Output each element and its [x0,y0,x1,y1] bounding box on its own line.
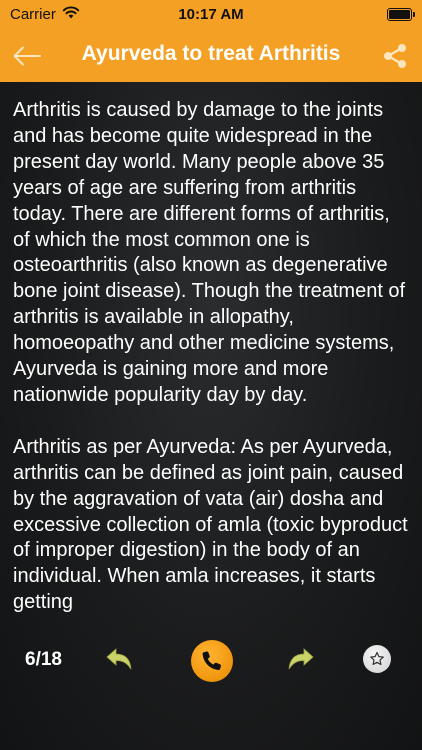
previous-button[interactable] [104,645,134,675]
page-counter: 6/18 [25,649,62,670]
status-time: 10:17 AM [178,6,244,23]
page-title: Ayurveda to treat Arthritis [81,42,341,65]
next-button[interactable] [286,645,316,675]
previous-arrow-icon [106,648,132,670]
next-arrow-icon [288,648,314,670]
share-button[interactable] [380,41,410,71]
status-bar: Carrier 10:17 AM [0,0,422,30]
battery-level [389,10,410,19]
star-icon [370,651,384,666]
call-button[interactable] [191,640,233,682]
bottom-toolbar: 6/18 [0,628,422,750]
battery-icon [387,8,415,21]
app-screen: Carrier 10:17 AM Ayurveda to treat Arthr… [0,0,422,750]
phone-icon [202,651,221,671]
article-text: Arthritis is caused by damage to the joi… [13,99,408,614]
back-arrow-icon [13,46,41,66]
navigation-bar: Ayurveda to treat Arthritis [0,30,422,82]
share-icon [384,44,406,68]
favorite-button[interactable] [363,645,391,673]
article-content[interactable]: Arthritis is caused by damage to the joi… [0,82,422,628]
back-button[interactable] [10,41,44,71]
